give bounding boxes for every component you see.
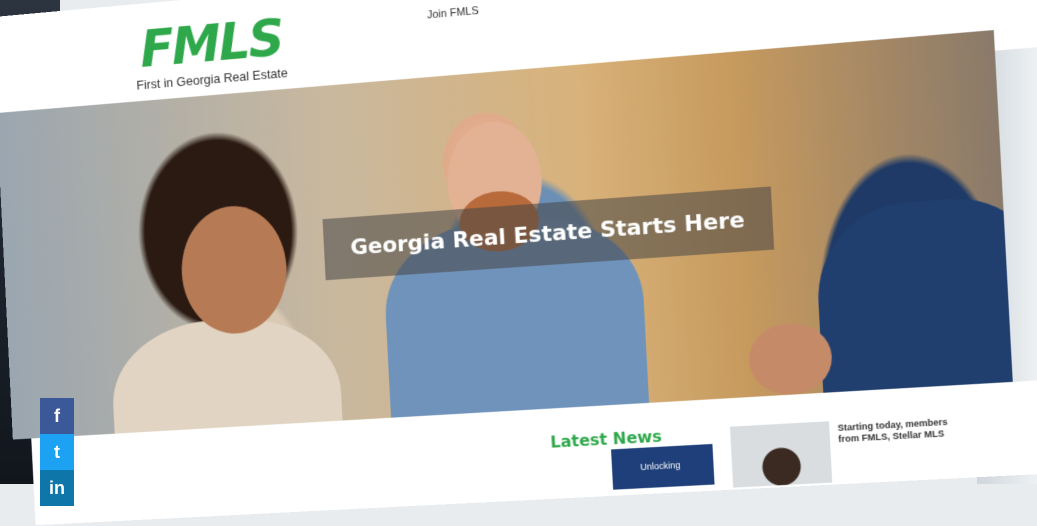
hero-title: Georgia Real Estate Starts Here <box>349 207 746 261</box>
news-card-title[interactable]: Starting today, members from FMLS, Stell… <box>837 416 954 445</box>
twitter-icon[interactable]: t <box>40 434 74 470</box>
linkedin-icon[interactable]: in <box>40 470 74 506</box>
news-card[interactable]: Unlocking <box>611 443 715 490</box>
social-share-bar: f t in <box>40 398 74 506</box>
hero-woman-face <box>178 202 290 337</box>
news-thumbnail[interactable] <box>729 421 833 488</box>
website-screen: FMLS First in Georgia Real Estate Join F… <box>0 0 1037 526</box>
facebook-icon[interactable]: f <box>40 398 74 434</box>
news-card-title: Unlocking <box>640 459 681 473</box>
join-fmls-link[interactable]: Join FMLS <box>427 5 479 21</box>
